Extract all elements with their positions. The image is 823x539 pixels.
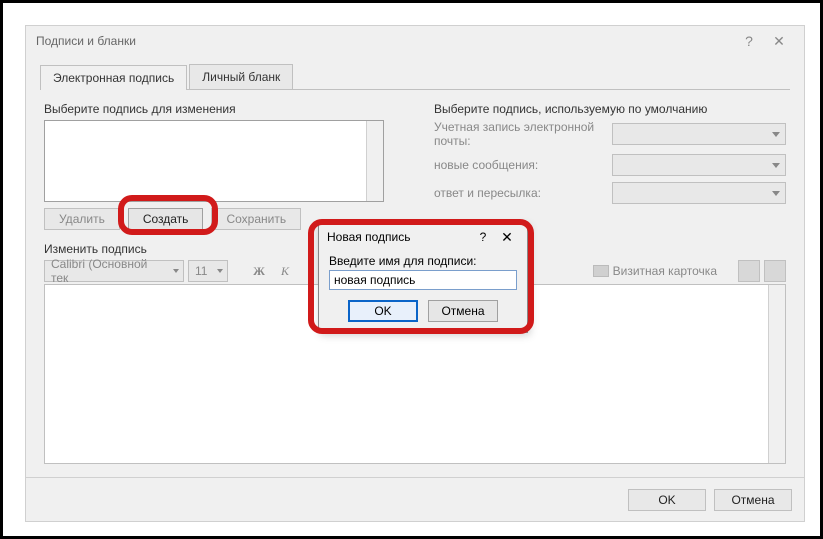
default-signature-label: Выберите подпись, используемую по умолча…: [434, 102, 786, 116]
link-icon[interactable]: [764, 260, 786, 282]
dialog-titlebar: Новая подпись ? ✕: [319, 224, 527, 250]
new-signature-dialog: Новая подпись ? ✕ Введите имя для подпис…: [318, 223, 528, 333]
dialog-help-icon[interactable]: ?: [471, 230, 495, 244]
new-messages-label: новые сообщения:: [434, 158, 604, 172]
italic-button[interactable]: К: [274, 260, 296, 282]
dialog-close-icon[interactable]: ✕: [495, 229, 519, 246]
signature-name-prompt: Введите имя для подписи:: [329, 254, 517, 268]
business-card-button[interactable]: Визитная карточка: [586, 260, 734, 282]
font-combo[interactable]: Calibri (Основной тек: [44, 260, 184, 282]
account-label: Учетная запись электронной почты:: [434, 120, 604, 148]
account-combo[interactable]: [612, 123, 786, 145]
dialog-cancel-button[interactable]: Отмена: [428, 300, 498, 322]
cancel-button[interactable]: Отмена: [714, 489, 792, 511]
delete-button[interactable]: Удалить: [44, 208, 120, 230]
new-messages-combo[interactable]: [612, 154, 786, 176]
tab-electronic-signature[interactable]: Электронная подпись: [40, 65, 187, 90]
tabs: Электронная подпись Личный бланк: [40, 64, 790, 90]
help-icon[interactable]: ?: [734, 33, 764, 49]
image-icon[interactable]: [738, 260, 760, 282]
ok-button[interactable]: OK: [628, 489, 706, 511]
select-signature-label: Выберите подпись для изменения: [44, 102, 404, 116]
dialog-footer: OK Отмена: [26, 477, 804, 521]
font-size-combo[interactable]: 11: [188, 260, 228, 282]
reply-forward-label: ответ и пересылка:: [434, 186, 604, 200]
close-icon[interactable]: ✕: [764, 33, 794, 50]
tab-personal-form[interactable]: Личный бланк: [189, 64, 293, 89]
create-button[interactable]: Создать: [128, 208, 204, 230]
dialog-title: Новая подпись: [327, 230, 471, 244]
window-title: Подписи и бланки: [36, 34, 734, 48]
reply-forward-combo[interactable]: [612, 182, 786, 204]
titlebar: Подписи и бланки ? ✕: [26, 26, 804, 56]
signature-name-input[interactable]: [329, 270, 517, 290]
dialog-ok-button[interactable]: OK: [348, 300, 418, 322]
signature-listbox[interactable]: [44, 120, 384, 202]
bold-button[interactable]: Ж: [248, 260, 270, 282]
save-button[interactable]: Сохранить: [211, 208, 301, 230]
